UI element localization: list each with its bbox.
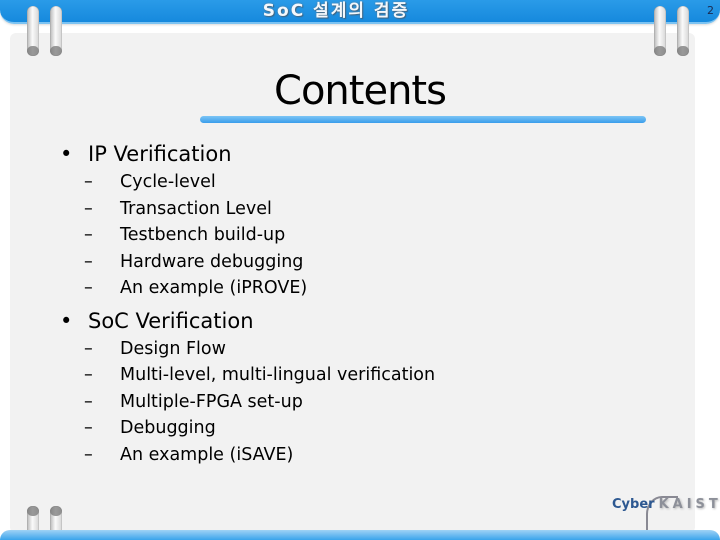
dash-icon: – [84,365,93,385]
header-bar: SoC 설계의 검증 2 [0,0,720,24]
list-item: – Multiple-FPGA set-up [60,389,435,416]
contents-list: • IP Verification – Cycle-level – Transact… [60,140,435,468]
dash-icon: – [84,338,93,359]
section-ip-verification: • IP Verification – Cycle-level – Transact… [60,140,435,302]
logo-cyber: Cyber [612,497,655,512]
item-label: An example (iPROVE) [120,278,308,298]
dash-icon: – [84,172,93,192]
list-item: – An example (iSAVE) [60,442,435,469]
dash-icon: – [84,198,93,219]
dash-icon: – [84,418,93,438]
item-label: Multiple-FPGA set-up [120,391,303,412]
list-item: – Testbench build-up [60,222,435,249]
dash-icon: – [84,251,93,272]
list-item: – Transaction Level [60,196,435,223]
binder-ring-icon [27,6,39,56]
item-label: Cycle-level [120,172,216,192]
binder-ring-icon [654,6,666,56]
item-label: Hardware debugging [120,251,304,272]
dash-icon: – [84,391,93,412]
item-label: Design Flow [120,338,226,359]
item-label: Testbench build-up [120,225,286,245]
dash-icon: – [84,444,93,465]
cyber-kaist-logo: Cyber KAIST [612,497,720,512]
course-title: SoC 설계의 검증 [262,1,410,21]
title-underline [200,116,646,123]
section-label: SoC Verification [88,308,254,333]
list-item: – Cycle-level [60,169,435,196]
list-item: – Multi-level, multi-lingual verification [60,362,435,389]
item-label: An example (iSAVE) [120,444,294,465]
footer-bar [0,530,720,540]
slide-title: Contents [274,68,447,114]
logo-kaist: KAIST [658,497,720,512]
page-number: 2 [707,4,714,17]
list-item: – Debugging [60,415,435,442]
dash-icon: – [84,225,93,245]
item-label: Debugging [120,418,216,438]
bullet-icon: • [60,142,73,166]
item-label: Multi-level, multi-lingual verification [120,365,436,385]
dash-icon: – [84,278,93,298]
section-soc-verification: • SoC Verification – Design Flow – Multi-l… [60,307,435,469]
list-item: – Design Flow [60,336,435,363]
list-item: – An example (iPROVE) [60,275,435,302]
bullet-icon: • [60,308,73,333]
section-label: IP Verification [88,142,232,166]
binder-ring-icon [50,6,62,56]
list-item: – Hardware debugging [60,249,435,276]
section-heading: • IP Verification [60,140,435,169]
item-label: Transaction Level [120,198,272,219]
section-heading: • SoC Verification [60,307,435,336]
binder-ring-icon [677,6,689,56]
